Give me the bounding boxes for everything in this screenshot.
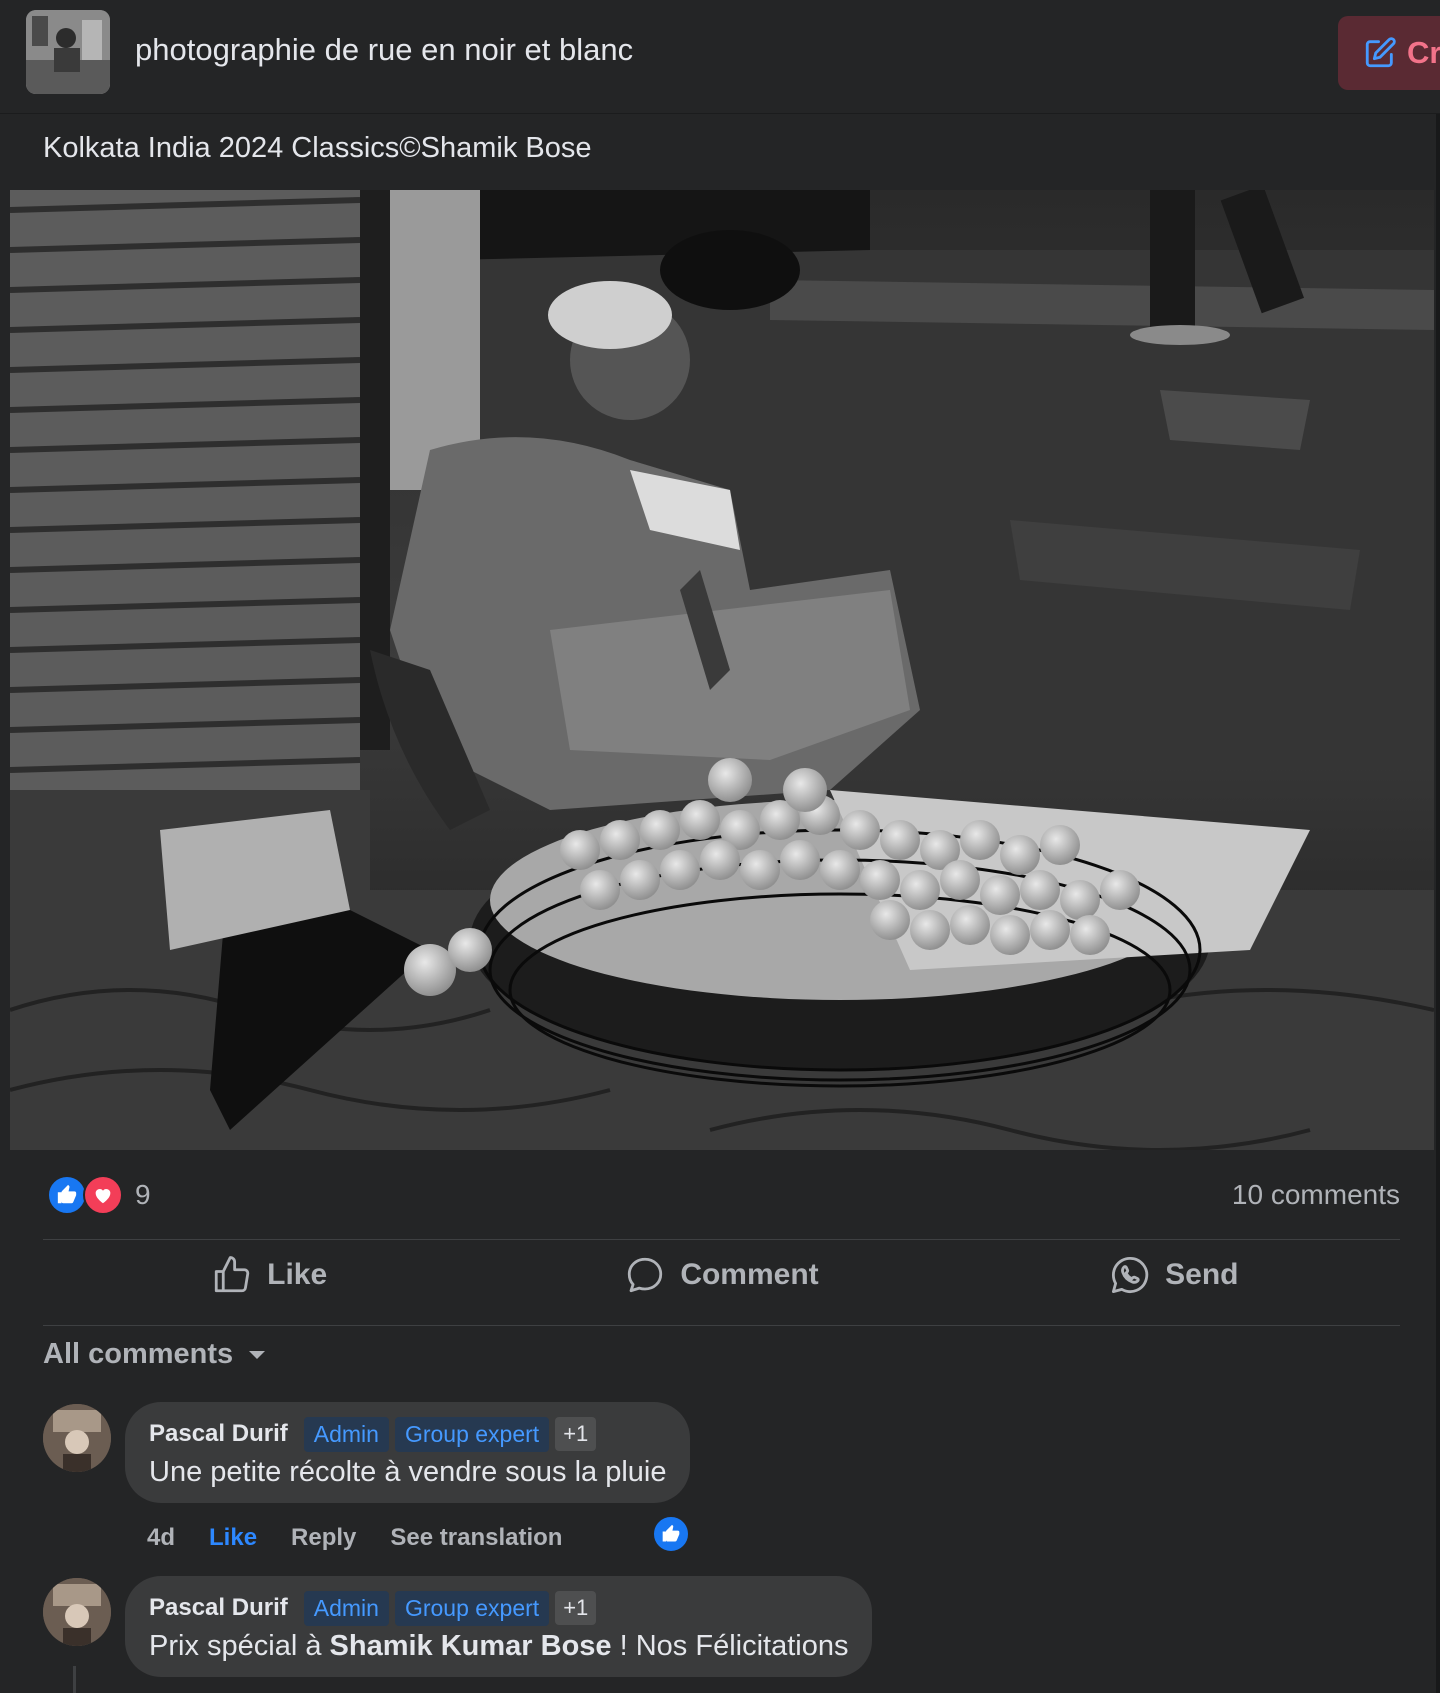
group-avatar[interactable] — [26, 10, 110, 94]
love-reaction-icon — [83, 1175, 123, 1215]
comments-filter-dropdown[interactable]: All comments — [43, 1338, 267, 1371]
comment-bubble: Pascal Durif Admin Group expert +1 Une p… — [125, 1402, 691, 1503]
admin-badge[interactable]: Admin — [303, 1416, 389, 1452]
avatar[interactable] — [43, 1404, 111, 1472]
group-header: photographie de rue en noir et blanc Cr — [0, 0, 1440, 114]
comment-item: Pascal Durif Admin Group expert +1 Une p… — [43, 1402, 1400, 1562]
create-post-label: Cr — [1407, 35, 1440, 70]
create-post-button[interactable]: Cr — [1338, 16, 1440, 90]
post-stats: 9 10 comments — [43, 1171, 1400, 1221]
edit-icon — [1365, 37, 1396, 68]
post-caption: Kolkata India 2024 Classics©Shamik Bose — [43, 132, 592, 164]
like-reaction-icon — [47, 1175, 87, 1215]
comment-text: Une petite récolte à vendre sous la plui… — [149, 1456, 667, 1488]
group-name[interactable]: photographie de rue en noir et blanc — [135, 32, 633, 68]
post-actions: Like Comment Send — [43, 1240, 1400, 1310]
avatar[interactable] — [43, 1578, 111, 1646]
reply-thread-line — [73, 1666, 76, 1693]
comment-meta: 4d Like Reply See translation — [147, 1524, 562, 1552]
send-button[interactable]: Send — [948, 1240, 1400, 1310]
more-badges[interactable]: +1 — [555, 1591, 597, 1625]
divider — [43, 1325, 1400, 1326]
comment-text-prefix: Prix spécial à — [149, 1630, 330, 1662]
comment-text-suffix: ! Nos Félicitations — [611, 1630, 849, 1662]
whatsapp-icon — [1112, 1256, 1149, 1294]
mention-link[interactable]: Shamik Kumar Bose — [330, 1630, 612, 1662]
comments-filter-label: All comments — [43, 1338, 234, 1370]
comment-text: Prix spécial à Shamik Kumar Bose ! Nos F… — [149, 1630, 848, 1663]
thumbs-up-icon — [214, 1256, 250, 1293]
like-button[interactable]: Like — [43, 1240, 495, 1310]
post-card: Kolkata India 2024 Classics©Shamik Bose — [0, 114, 1436, 1693]
comment-time[interactable]: 4d — [147, 1524, 175, 1552]
group-expert-badge[interactable]: Group expert — [394, 1416, 550, 1452]
post-photo[interactable] — [10, 190, 1434, 1150]
comment-item: Pascal Durif Admin Group expert +1 Prix … — [43, 1576, 1400, 1693]
comment-bubble: Pascal Durif Admin Group expert +1 Prix … — [125, 1576, 873, 1677]
comment-label: Comment — [680, 1258, 819, 1291]
comment-reply-button[interactable]: Reply — [291, 1524, 356, 1552]
group-expert-badge[interactable]: Group expert — [394, 1590, 550, 1626]
reaction-count[interactable]: 9 — [135, 1179, 151, 1211]
admin-badge[interactable]: Admin — [303, 1590, 389, 1626]
caret-down-icon — [249, 1350, 266, 1359]
comment-like-button[interactable]: Like — [209, 1524, 257, 1552]
more-badges[interactable]: +1 — [555, 1417, 597, 1451]
see-translation-button[interactable]: See translation — [390, 1524, 562, 1552]
comment-button[interactable]: Comment — [495, 1240, 947, 1310]
like-label: Like — [267, 1258, 328, 1291]
comment-author[interactable]: Pascal Durif — [149, 1420, 288, 1448]
comment-like-reaction-icon[interactable] — [652, 1515, 690, 1553]
comment-icon — [628, 1257, 663, 1293]
send-label: Send — [1165, 1258, 1239, 1291]
comment-author[interactable]: Pascal Durif — [149, 1594, 288, 1622]
comments-count[interactable]: 10 comments — [1232, 1179, 1400, 1211]
